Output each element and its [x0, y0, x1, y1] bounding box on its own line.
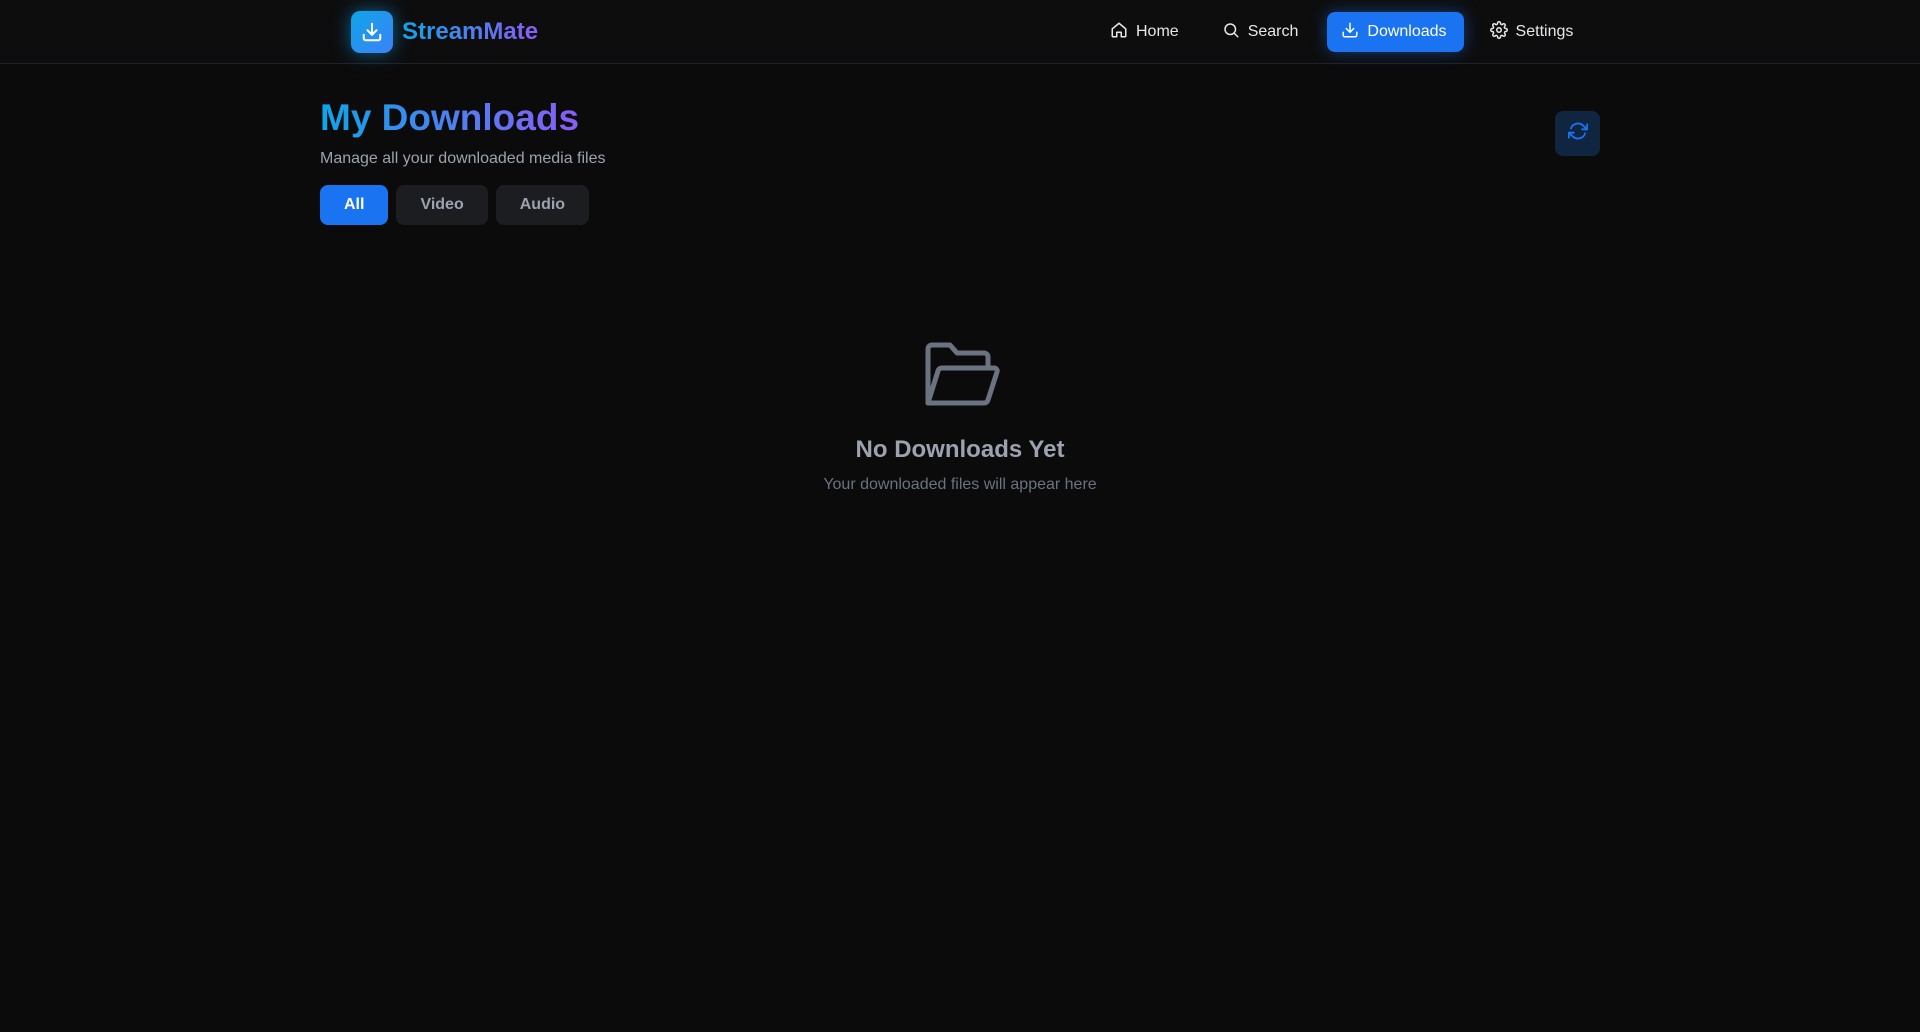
filter-tab-audio[interactable]: Audio	[495, 185, 590, 225]
download-icon	[1341, 21, 1359, 44]
main-nav: Home Search Downloads Settings	[1096, 12, 1590, 52]
top-navbar: StreamMate Home Search Downloads Setting…	[0, 0, 1920, 64]
filter-tab-all[interactable]: All	[320, 185, 389, 225]
brand[interactable]: StreamMate	[351, 11, 538, 53]
empty-state-title: No Downloads Yet	[855, 436, 1065, 463]
filter-tabs: All Video Audio	[320, 185, 590, 225]
nav-settings-label: Settings	[1515, 23, 1574, 40]
nav-downloads[interactable]: Downloads	[1327, 12, 1464, 52]
refresh-button[interactable]	[1555, 111, 1600, 156]
search-icon	[1222, 21, 1240, 44]
page-subtitle: Manage all your downloaded media files	[320, 150, 606, 167]
nav-home-label: Home	[1136, 23, 1179, 40]
nav-settings[interactable]: Settings	[1476, 12, 1591, 52]
folder-open-icon	[920, 339, 1000, 416]
home-icon	[1110, 21, 1128, 44]
empty-state: No Downloads Yet Your downloaded files w…	[320, 339, 1600, 494]
empty-state-description: Your downloaded files will appear here	[823, 476, 1097, 493]
nav-search-label: Search	[1247, 23, 1299, 40]
filter-tab-video[interactable]: Video	[396, 185, 488, 225]
nav-downloads-label: Downloads	[1367, 23, 1447, 40]
nav-search[interactable]: Search	[1208, 12, 1316, 52]
gear-icon	[1489, 20, 1508, 44]
refresh-icon	[1567, 121, 1588, 146]
page-title: My Downloads	[320, 97, 580, 138]
nav-home[interactable]: Home	[1096, 12, 1196, 52]
brand-name: StreamMate	[402, 18, 539, 45]
download-logo-icon	[351, 11, 393, 53]
